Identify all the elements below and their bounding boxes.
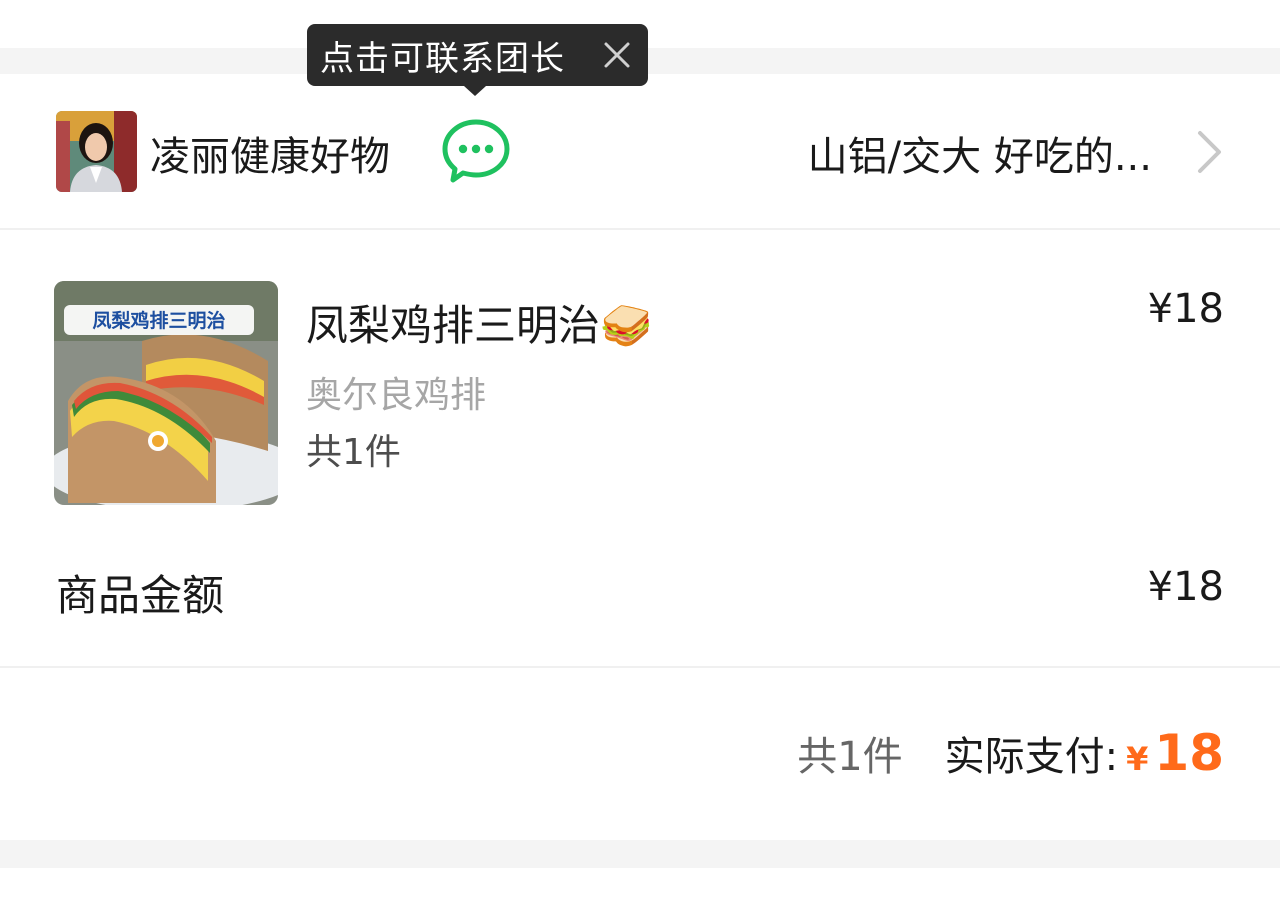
wechat-chat-icon[interactable] (440, 116, 512, 184)
chevron-right-icon[interactable] (1194, 129, 1224, 175)
currency-symbol: ¥ (1126, 740, 1149, 778)
product-image[interactable]: 凤梨鸡排三明治 (54, 281, 278, 505)
goods-amount-value: ¥18 (1147, 564, 1224, 610)
goods-amount-row: 商品金额 ¥18 (0, 530, 1280, 668)
product-spec: 奥尔良鸡排 (306, 375, 487, 416)
section-gap (0, 840, 1280, 868)
actual-payment-amount: 18 (1154, 724, 1224, 782)
order-detail-page: 凌丽健康好物 山铝/交大 好吃的... 点击可联系团长 凤梨鸡排三明治 凤梨鸡排… (0, 0, 1280, 907)
close-icon[interactable] (600, 38, 634, 72)
contact-leader-tooltip: 点击可联系团长 (307, 24, 648, 86)
payment-summary-row: 共1件 实际支付: ¥ 18 (797, 724, 1224, 782)
total-count: 共1件 (797, 734, 903, 780)
product-quantity: 共1件 (306, 432, 401, 473)
product-title: 凤梨鸡排三明治🥪 (306, 301, 653, 350)
group-leader-row[interactable]: 凌丽健康好物 山铝/交大 好吃的... (0, 74, 1280, 230)
leader-avatar (56, 111, 137, 192)
actual-payment-label: 实际支付: (944, 734, 1119, 780)
leader-name: 凌丽健康好物 (150, 134, 390, 180)
payment-summary: 共1件 实际支付: ¥ 18 (0, 668, 1280, 840)
pickup-location: 山铝/交大 好吃的... (807, 134, 1152, 180)
goods-amount-label: 商品金额 (56, 571, 225, 620)
tooltip-arrow (464, 86, 486, 96)
tooltip-text: 点击可联系团长 (320, 38, 565, 79)
product-item[interactable]: 凤梨鸡排三明治 凤梨鸡排三明治🥪 奥尔良鸡排 共1件 ¥18 (0, 230, 1280, 530)
product-image-caption: 凤梨鸡排三明治 (92, 309, 225, 332)
product-price: ¥18 (1147, 286, 1224, 332)
